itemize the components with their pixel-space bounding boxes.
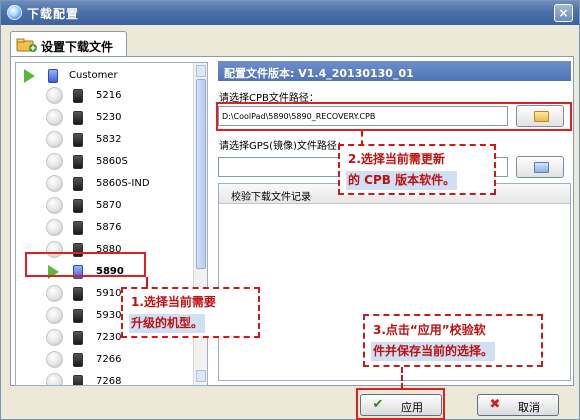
tree-item-label: 5230 xyxy=(96,112,122,123)
tree-item-5216[interactable]: 5216 xyxy=(16,85,194,107)
phone-icon xyxy=(48,69,58,83)
radio-disc-icon xyxy=(46,373,63,385)
close-icon: ✖ xyxy=(489,397,501,412)
close-button[interactable]: × xyxy=(554,4,573,22)
tree-root-label: Customer xyxy=(69,70,118,81)
phone-icon xyxy=(73,89,83,103)
radio-disc-icon xyxy=(46,87,63,104)
phone-icon xyxy=(73,155,83,169)
step2-line1: 2.选择当前需更新 xyxy=(348,152,445,166)
cancel-button-label: 取消 xyxy=(518,401,540,414)
radio-disc-icon xyxy=(46,131,63,148)
tree-item-label: 5860S xyxy=(96,156,128,167)
step3-callout: 3.点击“应用”校验软 件并保存当前的选择。 xyxy=(363,314,543,367)
cancel-button[interactable]: ✖ 取消 xyxy=(477,394,559,416)
gps-path-label: 请选择GPS(镜像)文件路径： xyxy=(219,141,347,152)
folder-icon xyxy=(534,162,549,173)
apply-button-label: 应用 xyxy=(401,401,423,414)
radio-disc-icon xyxy=(46,285,63,302)
radio-disc-icon xyxy=(46,307,63,324)
phone-icon xyxy=(73,287,83,301)
tree-item-5230[interactable]: 5230 xyxy=(16,107,194,129)
window-title: 下载配置 xyxy=(27,7,80,21)
radio-disc-icon xyxy=(46,175,63,192)
tree-item-label: 7268 xyxy=(96,376,122,386)
phone-icon xyxy=(73,133,83,147)
phone-icon xyxy=(73,331,83,345)
config-version-label: 配置文件版本: V1.4_20130130_01 xyxy=(218,61,571,81)
tab-set-download-file[interactable]: 设置下载文件 xyxy=(10,31,127,57)
radio-disc-icon xyxy=(46,329,63,346)
check-icon: ✔ xyxy=(372,397,384,412)
phone-icon xyxy=(73,221,83,235)
phone-icon xyxy=(73,111,83,125)
radio-disc-icon xyxy=(46,109,63,126)
radio-disc-icon xyxy=(46,351,63,368)
tree-item-5870[interactable]: 5870 xyxy=(16,195,194,217)
model-highlight-box xyxy=(25,252,146,277)
tree-item-label: 5910 xyxy=(96,288,122,299)
phone-icon xyxy=(73,353,83,367)
step3-connector xyxy=(401,367,403,389)
title-bar: 下载配置 × xyxy=(1,1,579,25)
radio-disc-icon xyxy=(46,219,63,236)
tree-item-5876[interactable]: 5876 xyxy=(16,217,194,239)
apply-button[interactable]: ✔ 应用 xyxy=(360,394,442,416)
tree-root-item[interactable]: Customer xyxy=(16,65,194,87)
step3-line1: 3.点击“应用”校验软 xyxy=(373,323,486,337)
step1-connector xyxy=(146,277,148,289)
step2-connector xyxy=(361,131,363,146)
tree-item-5832[interactable]: 5832 xyxy=(16,129,194,151)
phone-icon xyxy=(73,199,83,213)
step2-callout: 2.选择当前需更新 的 CPB 版本软件。 xyxy=(338,144,496,195)
tree-item-label: 5860S-IND xyxy=(96,178,150,189)
phone-icon xyxy=(73,309,83,323)
log-header-label: 校验下载文件记录 xyxy=(231,192,311,203)
step2-line2: 的 CPB 版本软件。 xyxy=(346,171,458,190)
tree-item-label: 7230 xyxy=(96,332,122,343)
tree-item-label: 5870 xyxy=(96,200,122,211)
scroll-down-arrow[interactable] xyxy=(196,370,206,382)
play-icon xyxy=(24,69,35,83)
tree-item-label: 5876 xyxy=(96,222,122,233)
folder-plus-icon xyxy=(16,38,37,52)
tree-item-5860s[interactable]: 5860S xyxy=(16,151,194,173)
cpb-highlight-box xyxy=(216,102,572,131)
step3-line2: 件并保存当前的选择。 xyxy=(371,342,496,361)
phone-icon xyxy=(73,375,83,385)
step1-line1: 1.选择当前需要 xyxy=(131,295,216,309)
tab-label: 设置下载文件 xyxy=(41,40,114,54)
tree-item-label: 5832 xyxy=(96,134,122,145)
radio-disc-icon xyxy=(46,197,63,214)
tree-item-label: 5216 xyxy=(96,90,122,101)
scrollbar-thumb[interactable] xyxy=(196,79,206,269)
radio-disc-icon xyxy=(46,153,63,170)
tree-item-label: 7266 xyxy=(96,354,122,365)
gps-browse-button[interactable] xyxy=(516,156,564,178)
tree-item-7266[interactable]: 7266 xyxy=(16,349,194,371)
step1-callout: 1.选择当前需要 升级的机型。 xyxy=(121,287,260,338)
tree-item-5860s-ind[interactable]: 5860S-IND xyxy=(16,173,194,195)
scroll-up-arrow[interactable] xyxy=(196,65,206,77)
step1-line2: 升级的机型。 xyxy=(129,314,206,333)
download-config-window: 下载配置 × 设置下载文件 Customer 5216 5230 5832 58… xyxy=(0,0,580,420)
tree-item-7268[interactable]: 7268 xyxy=(16,371,194,386)
tree-item-label: 5930 xyxy=(96,310,122,321)
phone-icon xyxy=(73,177,83,191)
app-icon xyxy=(7,5,22,20)
